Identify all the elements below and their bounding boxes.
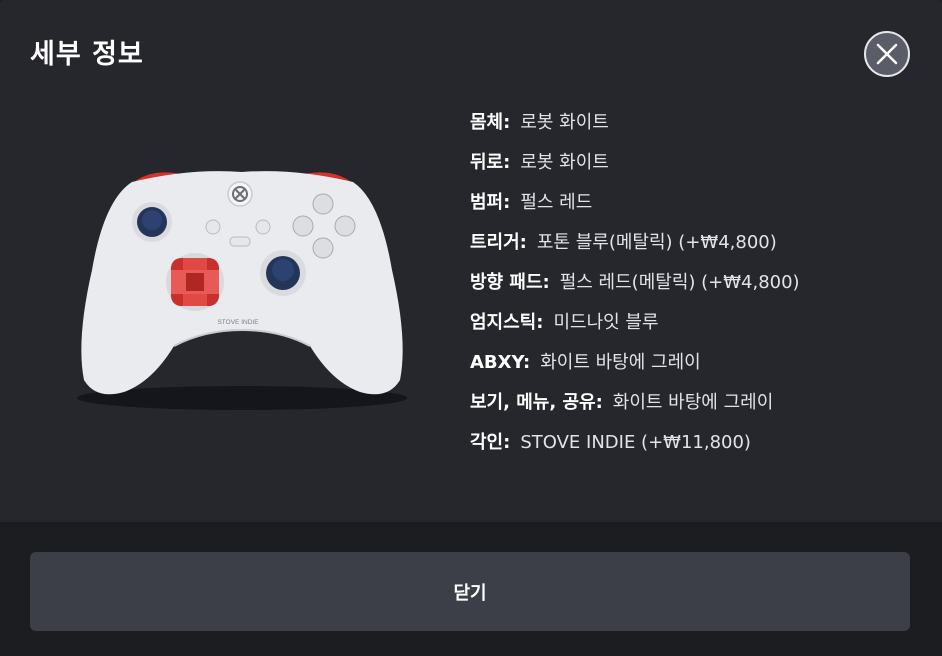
spec-value: 로봇 화이트: [520, 112, 609, 133]
dialog-title: 세부 정보: [30, 39, 144, 70]
close-icon: [876, 43, 898, 65]
close-dialog-button[interactable]: 닫기: [30, 552, 910, 631]
spec-value: 화이트 바탕에 그레이: [612, 392, 774, 413]
spec-row-dpad: 방향 패드: 펄스 레드(메탈릭) (+₩4,800): [470, 269, 800, 309]
spec-value: 로봇 화이트: [520, 152, 609, 173]
spec-row-abxy: ABXY: 화이트 바탕에 그레이: [470, 349, 800, 389]
spec-key: 뒤로:: [470, 152, 511, 173]
controller-image: STOVE INDIE: [77, 171, 407, 410]
spec-key: 보기, 메뉴, 공유:: [470, 392, 603, 413]
engraving-text: STOVE INDIE: [217, 319, 259, 326]
spec-value: 화이트 바탕에 그레이: [540, 352, 701, 373]
spec-value: 미드나잇 블루: [553, 312, 659, 333]
spec-value: 펄스 레드(메탈릭) (+₩4,800): [559, 272, 800, 293]
spec-row-bumper: 범퍼: 펄스 레드: [470, 189, 800, 229]
spec-value: STOVE INDIE (+₩11,800): [520, 432, 751, 453]
spec-row-body: 몸체: 로봇 화이트: [470, 109, 800, 149]
spec-key: 각인:: [470, 432, 511, 453]
details-dialog: 세부 정보 STOVE INDIE 몸체: 로봇 화이트 뒤로: 로봇 화이트 …: [0, 0, 942, 656]
spec-row-view-menu-share: 보기, 메뉴, 공유: 화이트 바탕에 그레이: [470, 389, 800, 429]
close-button[interactable]: [864, 31, 910, 77]
spec-row-back: 뒤로: 로봇 화이트: [470, 149, 800, 189]
spec-key: ABXY:: [470, 352, 531, 373]
spec-value: 포톤 블루(메탈릭) (+₩4,800): [536, 232, 777, 253]
spec-value: 펄스 레드: [520, 192, 593, 213]
spec-row-thumbstick: 엄지스틱: 미드나잇 블루: [470, 309, 800, 349]
spec-key: 몸체:: [470, 112, 511, 133]
spec-row-engraving: 각인: STOVE INDIE (+₩11,800): [470, 429, 800, 469]
spec-list: 몸체: 로봇 화이트 뒤로: 로봇 화이트 범퍼: 펄스 레드 트리거: 포톤 …: [470, 109, 800, 469]
spec-row-trigger: 트리거: 포톤 블루(메탈릭) (+₩4,800): [470, 229, 800, 269]
spec-key: 방향 패드:: [470, 272, 550, 293]
spec-key: 엄지스틱:: [470, 312, 544, 333]
spec-key: 트리거:: [470, 232, 527, 253]
spec-key: 범퍼:: [470, 192, 511, 213]
details-panel: 세부 정보 STOVE INDIE 몸체: 로봇 화이트 뒤로: 로봇 화이트 …: [0, 0, 942, 522]
